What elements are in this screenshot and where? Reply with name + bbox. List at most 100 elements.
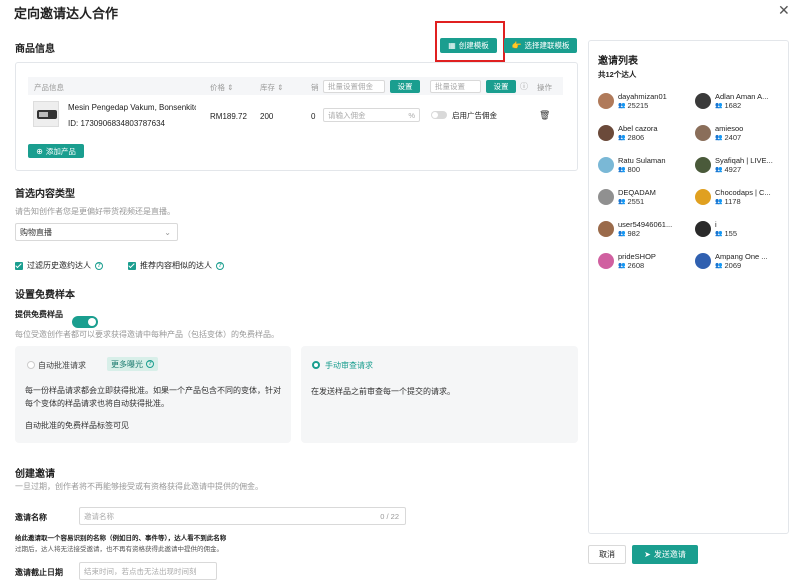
col-stock[interactable]: 库存 ⇕ [260, 82, 283, 93]
auto-approve-desc: 每一份样品请求都会立即获得批准。如果一个产品包含不同的变体，针对每个变体的样品请… [25, 386, 281, 408]
invite-list-item[interactable]: DEQADAM 👥 2551 [598, 188, 688, 206]
creator-name: dayahmizan01 [618, 92, 667, 101]
invite-name-input[interactable]: 邀请名称 0 / 22 [79, 507, 406, 525]
invite-list-title: 邀请列表 [598, 56, 638, 67]
product-image [33, 101, 59, 127]
create-template-button[interactable]: ▦ 创建模板 [440, 38, 497, 53]
follower-count: 👥 800 [618, 165, 640, 174]
batch-ad-input[interactable]: 批量设置 [430, 80, 481, 93]
set-ad-button[interactable]: 设置 [486, 80, 516, 93]
follower-count: 👥 1682 [715, 101, 742, 110]
invite-list-item[interactable]: Abel cazora 👥 2806 [598, 124, 688, 142]
invite-list-item[interactable]: Adlan Aman A... 👥 1682 [695, 92, 785, 110]
product-id: ID: 1730906834803787634 [68, 119, 165, 128]
content-type-title: 首选内容类型 [15, 189, 75, 200]
product-price: RM189.72 [210, 112, 247, 121]
creator-name: prideSHOP [618, 252, 656, 261]
invite-list-item[interactable]: Ampang One ... 👥 2069 [695, 252, 785, 270]
more-exposure-badge: 更多曝光? [107, 357, 158, 371]
offer-sample-toggle[interactable] [72, 316, 98, 328]
set-commission-button[interactable]: 设置 [390, 80, 420, 93]
col-action: 操作 [537, 83, 552, 92]
people-icon: 👥 [618, 135, 626, 141]
product-table-header [28, 77, 563, 95]
avatar [598, 125, 614, 141]
avatar [695, 221, 711, 237]
ad-commission-label: 启用广告佣金 [452, 111, 497, 120]
invite-name-label: 邀请名称 [15, 513, 47, 522]
follower-count: 👥 2069 [715, 261, 742, 270]
creator-name: Ratu Sulaman [618, 156, 666, 165]
filter-history-checkbox[interactable]: 过滤历史邀约达人? [15, 260, 103, 271]
avatar [598, 253, 614, 269]
people-icon: 👥 [715, 231, 723, 237]
info-icon: ? [146, 360, 154, 368]
info-icon: ? [216, 261, 224, 270]
invite-list-panel [588, 40, 789, 534]
people-icon: 👥 [618, 263, 626, 269]
free-sample-title: 设置免费样本 [15, 290, 75, 301]
invite-list-item[interactable]: Ratu Sulaman 👥 800 [598, 156, 688, 174]
commission-input[interactable]: 请输入佣金% [323, 108, 420, 122]
col-sales: 销 [311, 83, 319, 92]
avatar [695, 93, 711, 109]
deadline-label: 邀请截止日期 [15, 568, 63, 577]
invite-name-hint-bold: 给此邀请取一个容易识别的名称（例如日的、事件等），达人看不到此名称 [15, 535, 227, 542]
avatar [598, 189, 614, 205]
trash-icon[interactable]: 🗑 [539, 110, 550, 121]
recommend-similar-checkbox[interactable]: 推荐内容相似的达人? [128, 260, 224, 271]
content-type-desc: 请告知创作者您是更偏好带货视频还是直播。 [15, 207, 175, 216]
hand-pointer-icon: 👉 [511, 41, 522, 50]
invite-list-item[interactable]: Chocodaps | C... 👥 1178 [695, 188, 785, 206]
follower-count: 👥 982 [618, 229, 640, 238]
offer-sample-label: 提供免费样品 [15, 310, 63, 319]
product-stock: 200 [260, 112, 274, 121]
deadline-input[interactable]: 结束时间，若点击无法出现时间刻 [79, 562, 217, 580]
plus-circle-icon: ⊕ [36, 146, 43, 156]
invite-list-item[interactable]: prideSHOP 👥 2608 [598, 252, 688, 270]
invite-name-hint: 过期后，达人将无法接受邀请，也不再有资格获得此邀请中提供的佣金。 [15, 546, 223, 553]
avatar [695, 125, 711, 141]
invite-list-item[interactable]: user54946061... 👥 982 [598, 220, 688, 238]
close-icon[interactable]: ✕ [778, 2, 790, 19]
manual-review-desc: 在发送样品之前审查每一个提交的请求。 [311, 387, 455, 396]
people-icon: 👥 [715, 135, 723, 141]
creator-name: i [715, 220, 717, 229]
invite-list-item[interactable]: amiesoo 👥 2407 [695, 124, 785, 142]
avatar [598, 157, 614, 173]
content-type-select[interactable]: 购物直播 ⌄ [15, 223, 178, 241]
batch-commission-input[interactable]: 批量设置佣金 [323, 80, 385, 93]
creator-name: Adlan Aman A... [715, 92, 769, 101]
ad-commission-toggle[interactable] [431, 111, 447, 119]
invite-list-item[interactable]: dayahmizan01 👥 25215 [598, 92, 688, 110]
auto-approve-radio[interactable] [27, 361, 35, 369]
people-icon: 👥 [715, 263, 723, 269]
select-template-button[interactable]: 👉 选择建联模板 [504, 38, 577, 53]
check-icon [15, 261, 23, 270]
chevron-down-icon: ⌄ [164, 227, 171, 237]
col-price[interactable]: 价格 ⇕ [210, 82, 233, 93]
creator-name: Ampang One ... [715, 252, 768, 261]
people-icon: 👥 [618, 231, 626, 237]
follower-count: 👥 2608 [618, 261, 645, 270]
send-invite-button[interactable]: ➤ 发送邀请 [632, 545, 698, 564]
follower-count: 👥 2806 [618, 133, 645, 142]
help-icon[interactable]: ⓘ [520, 81, 528, 92]
add-product-button[interactable]: ⊕ 添加产品 [28, 144, 84, 158]
sort-icon: ⇕ [227, 83, 234, 92]
avatar [695, 157, 711, 173]
follower-count: 👥 2551 [618, 197, 645, 206]
invite-list-item[interactable]: i 👥 155 [695, 220, 785, 238]
send-icon: ➤ [644, 550, 651, 559]
creator-name: Syafiqah | LIVE... [715, 156, 773, 165]
auto-approve-note: 自动批准的免费样品标签可见 [25, 421, 129, 430]
avatar [598, 93, 614, 109]
manual-review-radio[interactable] [312, 361, 320, 369]
check-icon [128, 261, 136, 270]
invite-list-item[interactable]: Syafiqah | LIVE... 👥 4927 [695, 156, 785, 174]
invite-list-count: 共12个达人 [598, 70, 637, 79]
info-icon: ? [95, 261, 103, 270]
avatar [598, 221, 614, 237]
col-product-info: 产品信息 [34, 83, 64, 92]
cancel-button[interactable]: 取消 [588, 545, 626, 564]
